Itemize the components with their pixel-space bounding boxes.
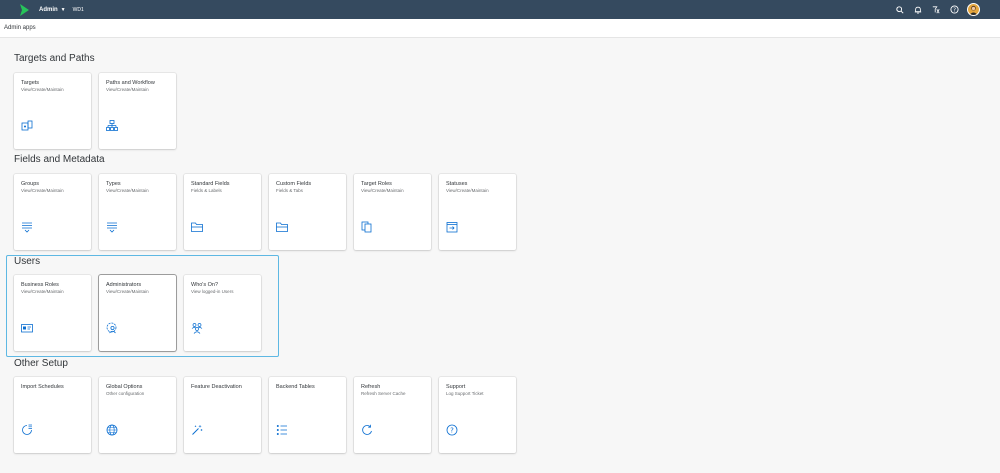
tile-paths-and-workflow[interactable]: Paths and Workflow View/Create/Maintain	[99, 73, 176, 149]
tile-title: Feature Deactivation	[191, 384, 242, 390]
tile-subtitle: View/Create/Maintain	[361, 188, 404, 193]
tile-title: Standard Fields	[191, 181, 230, 187]
shell-bar: Admin ▼ WD1 ?	[0, 0, 1000, 19]
tile-administrators[interactable]: Administrators View/Create/Maintain	[99, 275, 176, 351]
tile-target-roles[interactable]: Target Roles View/Create/Maintain	[354, 174, 431, 250]
svg-text:?: ?	[953, 8, 956, 14]
id-card-icon	[21, 322, 33, 334]
tile-title: Targets	[21, 80, 40, 86]
tile-row-other-setup: Import Schedules Global Options Other co…	[14, 377, 516, 453]
system-id: WD1	[72, 6, 84, 13]
tile-subtitle: Other configuration	[106, 391, 145, 396]
help-icon[interactable]: ?	[949, 5, 959, 15]
chevron-down-icon: ▼	[60, 6, 66, 13]
tile-subtitle: Log Support Ticket	[446, 391, 484, 396]
search-icon[interactable]	[895, 5, 905, 15]
tile-support[interactable]: Support Log Support Ticket ?	[439, 377, 516, 453]
tile-backend-tables[interactable]: Backend Tables	[269, 377, 346, 453]
group-icon	[191, 322, 203, 334]
question-icon: ?	[446, 424, 458, 436]
tile-custom-fields[interactable]: Custom Fields Fields & Tabs	[269, 174, 346, 250]
tile-targets[interactable]: Targets View/Create/Maintain	[14, 73, 91, 149]
tile-standard-fields[interactable]: Standard Fields Fields & Labels	[184, 174, 261, 250]
list-down-icon	[106, 221, 118, 233]
tile-subtitle: Fields & Tabs	[276, 188, 303, 193]
app-title-menu[interactable]: Admin ▼	[39, 7, 66, 13]
tile-title: Types	[106, 181, 121, 187]
magic-wand-icon	[191, 424, 203, 436]
user-settings-icon	[106, 322, 118, 334]
tile-groups[interactable]: Groups View/Create/Maintain	[14, 174, 91, 250]
tile-import-schedules[interactable]: Import Schedules	[14, 377, 91, 453]
tile-subtitle: View logged-in Users	[191, 289, 234, 294]
section-title-targets-and-paths: Targets and Paths	[14, 53, 95, 64]
tile-subtitle: View/Create/Maintain	[21, 87, 64, 92]
section-title-other-setup: Other Setup	[14, 358, 68, 369]
tile-subtitle: Fields & Labels	[191, 188, 222, 193]
target-device-icon	[21, 120, 33, 132]
tile-title: Paths and Workflow	[106, 80, 155, 86]
tile-title: Administrators	[106, 282, 142, 288]
tile-subtitle: View/Create/Maintain	[106, 188, 149, 193]
refresh-icon	[361, 424, 373, 436]
calendar-arrow-icon	[446, 221, 458, 233]
tile-subtitle: View/Create/Maintain	[446, 188, 489, 193]
folder-icon	[191, 221, 203, 233]
folder-icon	[276, 221, 288, 233]
bullet-list-icon	[276, 424, 288, 436]
tile-types[interactable]: Types View/Create/Maintain	[99, 174, 176, 250]
tile-title: Target Roles	[361, 181, 392, 187]
tile-title: Import Schedules	[21, 384, 64, 390]
tile-feature-deactivation[interactable]: Feature Deactivation	[184, 377, 261, 453]
page-title: Admin apps	[4, 25, 36, 31]
globe-icon	[106, 424, 118, 436]
tile-subtitle: Refresh Server Cache	[361, 391, 406, 396]
svg-text:?: ?	[450, 427, 454, 435]
tile-row-targets-and-paths: Targets View/Create/Maintain Paths and W…	[14, 73, 176, 149]
tile-title: Who's On?	[191, 282, 219, 288]
copy-icon	[361, 221, 373, 233]
tile-refresh[interactable]: Refresh Refresh Server Cache	[354, 377, 431, 453]
tile-row-fields-and-metadata: Groups View/Create/Maintain Types View/C…	[14, 174, 516, 250]
tile-subtitle: View/Create/Maintain	[21, 188, 64, 193]
tile-title: Global Options	[106, 384, 143, 390]
schedule-icon	[21, 424, 33, 436]
tile-title: Support	[446, 384, 466, 390]
tile-subtitle: View/Create/Maintain	[21, 289, 64, 294]
org-chart-icon	[106, 120, 118, 132]
tile-title: Backend Tables	[276, 384, 315, 390]
app-logo-icon[interactable]	[20, 3, 32, 17]
page-header: Admin apps	[0, 19, 1000, 38]
avatar[interactable]	[967, 3, 980, 16]
tile-title: Custom Fields	[276, 181, 312, 187]
tile-title: Statuses	[446, 181, 468, 187]
app-title: Admin	[39, 6, 58, 13]
tile-title: Refresh	[361, 384, 381, 390]
list-down-icon	[21, 221, 33, 233]
tile-row-users: Business Roles View/Create/Maintain Admi…	[14, 275, 261, 351]
tile-business-roles[interactable]: Business Roles View/Create/Maintain	[14, 275, 91, 351]
filter-icon[interactable]	[931, 5, 941, 15]
tile-subtitle: View/Create/Maintain	[106, 87, 149, 92]
bell-icon[interactable]	[913, 5, 923, 15]
tile-subtitle: View/Create/Maintain	[106, 289, 149, 294]
tile-statuses[interactable]: Statuses View/Create/Maintain	[439, 174, 516, 250]
section-title-fields-and-metadata: Fields and Metadata	[14, 154, 105, 165]
tile-title: Business Roles	[21, 282, 59, 288]
tile-global-options[interactable]: Global Options Other configuration	[99, 377, 176, 453]
tile-title: Groups	[21, 181, 40, 187]
section-title-users: Users	[14, 256, 41, 267]
tile-whos-on[interactable]: Who's On? View logged-in Users	[184, 275, 261, 351]
